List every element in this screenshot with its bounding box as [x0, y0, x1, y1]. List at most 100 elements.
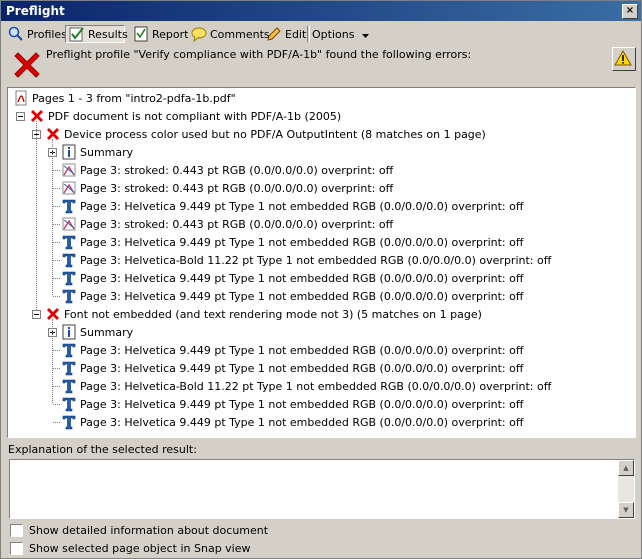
- explanation-scrollbar[interactable]: ▲ ▼: [618, 460, 634, 518]
- tree-group1-label: Device process color used but no PDF/A O…: [64, 127, 486, 141]
- result-item-row[interactable]: Page 3: Helvetica 9.449 pt Type 1 not em…: [61, 341, 523, 359]
- options-menu[interactable]: Options: [309, 25, 370, 43]
- tree-connector: [53, 350, 60, 351]
- pdf-file-icon: [13, 90, 29, 106]
- preflight-message: Preflight profile "Verify compliance wit…: [46, 48, 472, 61]
- results-check-icon: [69, 26, 85, 42]
- result-item-row[interactable]: Page 3: Helvetica 9.449 pt Type 1 not em…: [61, 287, 523, 305]
- result-item-label: Page 3: Helvetica-Bold 11.22 pt Type 1 n…: [80, 379, 552, 393]
- result-item-label: Page 3: Helvetica 9.449 pt Type 1 not em…: [80, 199, 524, 213]
- info-summary-icon: [61, 324, 77, 340]
- comments-button[interactable]: Comments: [188, 25, 270, 43]
- text-object-icon: [61, 288, 77, 304]
- text-object-icon: [61, 414, 77, 430]
- tree-connector: [53, 386, 60, 387]
- results-button[interactable]: Results: [65, 25, 128, 43]
- stroke-object-icon: [61, 180, 77, 196]
- edit-button[interactable]: Edit: [263, 25, 306, 43]
- preflight-window: Preflight × Profiles Results Report Comm…: [0, 0, 642, 559]
- result-item-row[interactable]: Page 3: Helvetica 9.449 pt Type 1 not em…: [61, 269, 523, 287]
- tree-connector: [53, 260, 60, 261]
- tree-summary-row[interactable]: Summary: [61, 323, 133, 341]
- profiles-button[interactable]: Profiles: [5, 25, 67, 43]
- result-item-row[interactable]: Page 3: stroked: 0.443 pt RGB (0.0/0.0/0…: [61, 179, 393, 197]
- tree-connector: [53, 188, 60, 189]
- text-object-icon: [61, 198, 77, 214]
- tree-connector: [36, 121, 37, 310]
- tree-connector: [53, 422, 60, 423]
- result-item-label: Page 3: stroked: 0.443 pt RGB (0.0/0.0/0…: [80, 217, 394, 231]
- close-button[interactable]: ×: [622, 4, 638, 19]
- result-item-row[interactable]: Page 3: Helvetica-Bold 11.22 pt Type 1 n…: [61, 251, 551, 269]
- result-item-row[interactable]: Page 3: Helvetica 9.449 pt Type 1 not em…: [61, 197, 523, 215]
- result-item-row[interactable]: Page 3: stroked: 0.443 pt RGB (0.0/0.0/0…: [61, 215, 393, 233]
- result-item-label: Page 3: Helvetica 9.449 pt Type 1 not em…: [80, 289, 524, 303]
- tree-connector: [53, 296, 60, 297]
- result-item-row[interactable]: Page 3: Helvetica 9.449 pt Type 1 not em…: [61, 413, 523, 431]
- error-x-small-icon: [29, 108, 45, 124]
- error-x-small-icon: [45, 306, 61, 322]
- report-icon: [133, 26, 149, 42]
- profiles-label: Profiles: [27, 27, 67, 41]
- results-label: Results: [88, 27, 128, 41]
- checkbox-box[interactable]: [10, 524, 23, 537]
- tree-summary-row[interactable]: Summary: [61, 143, 133, 161]
- tree-group1-row[interactable]: Device process color used but no PDF/A O…: [45, 125, 486, 143]
- collapse-toggle[interactable]: [32, 310, 41, 319]
- text-object-icon: [61, 270, 77, 286]
- result-item-label: Page 3: Helvetica 9.449 pt Type 1 not em…: [80, 397, 524, 411]
- result-item-label: Page 3: Helvetica-Bold 11.22 pt Type 1 n…: [80, 253, 552, 267]
- results-tree[interactable]: Pages 1 - 3 from "intro2-pdfa-1b.pdf" PD…: [7, 87, 636, 438]
- tree-summary-label: Summary: [80, 145, 134, 159]
- snap-view-checkbox[interactable]: Show selected page object in Snap view: [10, 542, 251, 555]
- text-object-icon: [61, 378, 77, 394]
- result-item-row[interactable]: Page 3: stroked: 0.443 pt RGB (0.0/0.0/0…: [61, 161, 393, 179]
- collapse-toggle[interactable]: [16, 112, 25, 121]
- result-item-row[interactable]: Page 3: Helvetica 9.449 pt Type 1 not em…: [61, 395, 523, 413]
- tree-connector: [52, 319, 53, 403]
- warning-icon: [614, 49, 632, 66]
- tree-doc-row[interactable]: PDF document is not compliant with PDF/A…: [29, 107, 341, 125]
- stroke-object-icon: [61, 216, 77, 232]
- title-bar[interactable]: Preflight ×: [1, 1, 641, 21]
- detailed-info-checkbox[interactable]: Show detailed information about document: [10, 524, 268, 537]
- warning-button[interactable]: [612, 47, 636, 71]
- text-object-icon: [61, 234, 77, 250]
- scroll-up-icon[interactable]: ▲: [618, 460, 634, 476]
- result-item-label: Page 3: Helvetica 9.449 pt Type 1 not em…: [80, 235, 524, 249]
- tree-doc-label: PDF document is not compliant with PDF/A…: [48, 109, 342, 123]
- dropdown-arrow-icon: [362, 28, 370, 41]
- tree-connector: [53, 242, 60, 243]
- result-item-row[interactable]: Page 3: Helvetica 9.449 pt Type 1 not em…: [61, 359, 523, 377]
- scroll-down-icon[interactable]: ▼: [618, 502, 634, 518]
- tree-root-row[interactable]: Pages 1 - 3 from "intro2-pdfa-1b.pdf": [13, 89, 236, 107]
- result-item-row[interactable]: Page 3: Helvetica 9.449 pt Type 1 not em…: [61, 233, 523, 251]
- tree-group2-label: Font not embedded (and text rendering mo…: [64, 307, 482, 321]
- result-item-label: Page 3: stroked: 0.443 pt RGB (0.0/0.0/0…: [80, 163, 394, 177]
- text-object-icon: [61, 252, 77, 268]
- tree-connector: [53, 224, 60, 225]
- tree-connector: [53, 206, 60, 207]
- result-item-label: Page 3: Helvetica 9.449 pt Type 1 not em…: [80, 361, 524, 375]
- result-item-label: Page 3: Helvetica 9.449 pt Type 1 not em…: [80, 415, 524, 429]
- tree-connector: [53, 170, 60, 171]
- result-item-row[interactable]: Page 3: Helvetica-Bold 11.22 pt Type 1 n…: [61, 377, 551, 395]
- text-object-icon: [61, 342, 77, 358]
- tree-group2-row[interactable]: Font not embedded (and text rendering mo…: [45, 305, 482, 323]
- explanation-textarea[interactable]: ▲ ▼: [9, 459, 635, 519]
- tree-connector: [53, 278, 60, 279]
- tree-connector: [52, 139, 53, 295]
- explanation-label: Explanation of the selected result:: [8, 443, 197, 456]
- error-x-small-icon: [45, 126, 61, 142]
- toolbar: Profiles Results Report Comments Edit Op…: [1, 23, 641, 45]
- options-label: Options: [312, 27, 355, 41]
- error-x-icon: [11, 49, 43, 81]
- text-object-icon: [61, 360, 77, 376]
- report-label: Report: [152, 27, 189, 41]
- tree-root-label: Pages 1 - 3 from "intro2-pdfa-1b.pdf": [32, 91, 236, 105]
- report-button[interactable]: Report: [130, 25, 189, 43]
- stroke-object-icon: [61, 162, 77, 178]
- checkbox-box[interactable]: [10, 542, 23, 555]
- result-item-label: Page 3: Helvetica 9.449 pt Type 1 not em…: [80, 271, 524, 285]
- tree-summary-label: Summary: [80, 325, 134, 339]
